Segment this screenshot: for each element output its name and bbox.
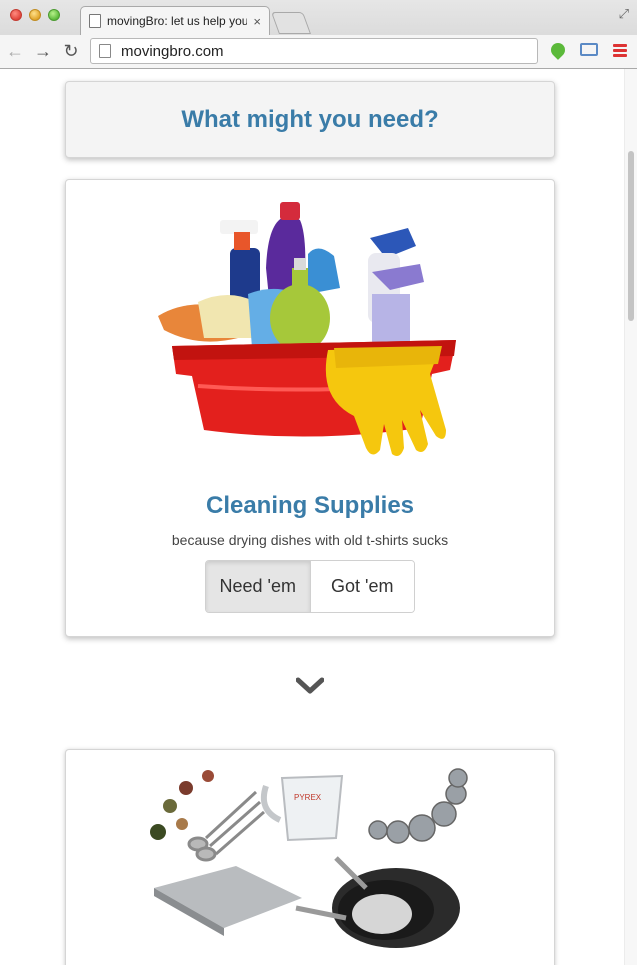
chevron-down-icon[interactable] — [296, 677, 324, 695]
item-subtitle: because drying dishes with old t-shirts … — [171, 532, 449, 548]
svg-text:PYREX: PYREX — [294, 793, 322, 802]
address-bar[interactable]: movingbro.com — [90, 38, 538, 64]
browser-tab[interactable]: movingBro: let us help you × — [80, 6, 270, 35]
page-scrollbar[interactable] — [624, 69, 637, 965]
need-em-button[interactable]: Need 'em — [206, 561, 311, 612]
zoom-window-button[interactable] — [48, 9, 60, 21]
minimize-window-button[interactable] — [29, 9, 41, 21]
page-icon — [89, 14, 101, 28]
menu-icon[interactable] — [613, 44, 627, 59]
url-text[interactable]: movingbro.com — [121, 43, 224, 60]
scrollbar-thumb[interactable] — [628, 151, 634, 321]
need-got-toggle: Need 'em Got 'em — [205, 560, 415, 613]
cleaning-supplies-image — [158, 202, 456, 456]
fullscreen-icon[interactable]: ⤢ — [619, 6, 629, 22]
close-window-button[interactable] — [10, 9, 22, 21]
tab-close-icon[interactable]: × — [253, 14, 261, 29]
window-controls — [10, 9, 60, 21]
browser-toolbar: ← → ↻ movingbro.com — [0, 35, 637, 68]
page-icon — [99, 44, 111, 58]
header-card: What might you need? — [65, 81, 555, 158]
item-title: Cleaning Supplies — [205, 492, 415, 519]
cast-icon[interactable] — [580, 43, 598, 56]
got-em-button[interactable]: Got 'em — [310, 561, 414, 612]
back-arrow-icon[interactable]: ← — [4, 39, 26, 63]
page-viewport: What might you need? Cleaning Supplies b… — [0, 69, 637, 965]
supply-card: PYREX — [65, 749, 555, 965]
tab-title: movingBro: let us help you — [107, 14, 248, 28]
new-tab-button[interactable] — [270, 12, 312, 34]
browser-chrome: movingBro: let us help you × ⤢ ← → ↻ mov… — [0, 0, 637, 69]
supply-card: Cleaning Supplies because drying dishes … — [65, 179, 555, 637]
reload-icon[interactable]: ↻ — [60, 39, 82, 63]
extension-icon[interactable] — [548, 40, 568, 60]
kitchen-supplies-image: PYREX — [150, 768, 468, 948]
forward-arrow-icon[interactable]: → — [32, 39, 54, 63]
page-title: What might you need? — [181, 105, 439, 133]
